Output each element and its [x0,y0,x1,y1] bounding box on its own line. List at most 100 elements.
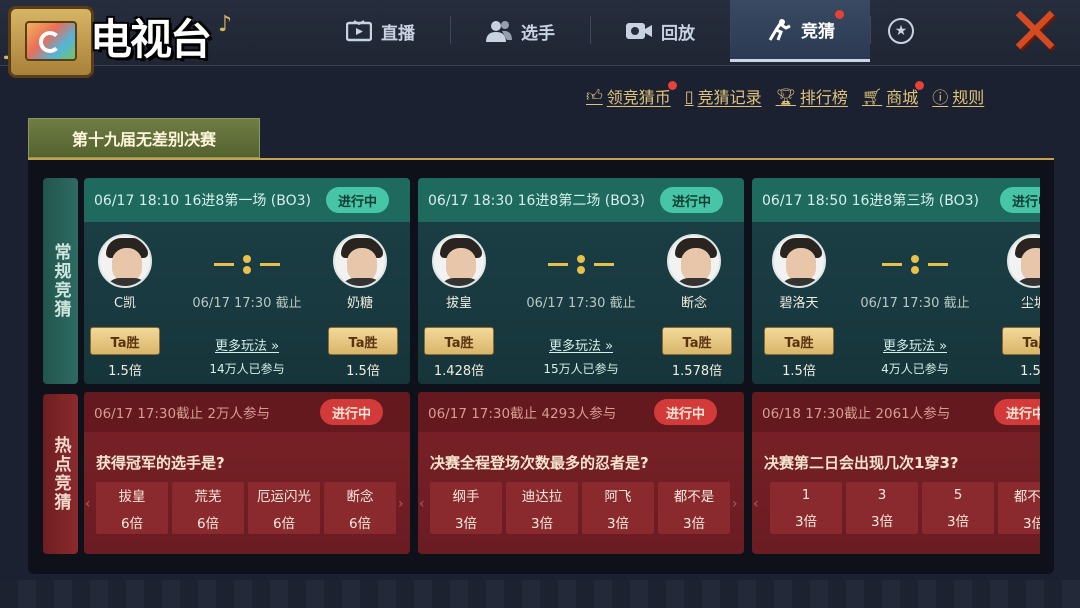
deadline-text: 06/17 17:30 截止 [860,296,970,311]
link-rules[interactable]: ⓘ 规则 [932,84,984,108]
status-badge: 进行中 [326,187,390,213]
bet-option[interactable]: 阿飞 3倍 [582,482,654,534]
notification-dot [915,81,925,90]
bet-option[interactable]: 1 3倍 [770,482,842,534]
participants-count: 15万人已参与 [543,362,619,376]
hot-bet-card: 06/17 17:30截止 2万人参与 进行中 获得冠军的选手是? ‹ 拔皇 6倍… [84,392,410,554]
hot-bet-options: 纲手 3倍 迪达拉 3倍 阿飞 3倍 都不是 3倍 [430,482,730,534]
chevron-right-icon[interactable]: › [732,496,738,512]
players-icon [485,18,513,44]
cart-icon: 🛒︎ [861,86,883,106]
player-name: 尘坂 [1020,296,1040,311]
link-bet-records[interactable]: ▯ 竞猜记录 [685,84,762,108]
trophy-icon: 🏆︎ [775,86,796,106]
chevron-left-icon[interactable]: ‹ [85,496,91,512]
bet-right-button[interactable]: Ta胜 [662,327,732,355]
star-icon: ★ [888,18,914,44]
link-label: 商城 [886,88,919,107]
link-claim-coins[interactable]: 👍︎ 领竞猜币 [586,81,677,108]
cards-viewport[interactable]: 06/17 18:10 16进8第一场 (BO3) 进行中 C凯 奶糖 06/1… [84,178,1040,556]
top-bar: ♪ 电视台 ♪ 直播 选手 回放 [0,0,1080,78]
option-label: 1 [801,486,811,503]
bet-option[interactable]: 3 3倍 [846,482,918,534]
tv-icon [345,18,373,44]
option-odds: 3倍 [682,515,706,532]
link-leaderboard[interactable]: 🏆︎ 排行榜 [776,84,848,108]
option-label: 荒芜 [194,488,222,505]
tv-logo-icon [8,6,94,78]
more-options-link[interactable]: 更多玩法 » [174,335,320,354]
match-time: 06/17 18:10 16进8第一场 (BO3) [94,193,311,209]
chevron-left-icon[interactable]: ‹ [753,496,759,512]
match-time: 06/17 18:30 16进8第二场 (BO3) [428,193,645,209]
tab-players[interactable]: 选手 [450,0,590,62]
vs-icon [214,252,280,276]
option-odds: 3倍 [530,515,554,532]
option-odds: 6倍 [348,515,372,532]
participants-count: 4万人已参与 [881,362,949,376]
close-button[interactable]: ✕ [996,0,1074,65]
logo-text: 电视台 [90,15,212,64]
app-logo: ♪ 电视台 ♪ [0,0,250,84]
option-odds: 3倍 [946,513,970,530]
bet-option[interactable]: 都不是 3倍 [998,482,1040,534]
tab-label: 直播 [381,23,415,44]
avatar [98,234,152,288]
option-odds: 3倍 [454,515,478,532]
tab-betting[interactable]: 竞猜 [730,0,870,62]
tab-label: 回放 [661,23,695,44]
odds-left: 1.5倍 [108,364,142,379]
bet-option[interactable]: 都不是 3倍 [658,482,730,534]
option-label: 5 [953,486,963,503]
link-label: 排行榜 [799,88,848,107]
tab-replay[interactable]: 回放 [590,0,730,62]
bet-left-button[interactable]: Ta胜 [764,327,834,355]
hot-bet-question: 决赛全程登场次数最多的忍者是? [430,454,649,472]
bet-option[interactable]: 厄运闪光 6倍 [248,482,320,534]
odds-left: 1.5倍 [782,364,816,379]
tab-favorites[interactable]: ★ [870,0,932,62]
option-label: 拔皇 [118,488,146,505]
odds-right: 1.578倍 [671,364,723,379]
avatar [1007,234,1040,288]
avatar [333,234,387,288]
bet-right-button[interactable]: Ta胜 [328,327,398,355]
replay-camera-icon [625,18,653,44]
status-badge: 进行中 [320,399,384,425]
hot-bet-card: 06/18 17:30截止 2061人参与 进行中 决赛第二日会出现几次1穿3?… [752,392,1040,554]
more-options-link[interactable]: 更多玩法 » [508,335,654,354]
main-nav: 直播 选手 回放 竞猜 ★ [310,0,932,62]
more-options-link[interactable]: 更多玩法 » [842,335,988,354]
chevron-left-icon[interactable]: ‹ [419,496,425,512]
hot-bet-info: 06/17 17:30截止 4293人参与 [428,406,617,422]
link-shop[interactable]: 🛒︎ 商城 [861,81,925,108]
match-time: 06/17 18:50 16进8第三场 (BO3) [762,193,979,209]
bet-option[interactable]: 荒芜 6倍 [172,482,244,534]
status-badge: 进行中 [660,187,724,213]
event-title-tab[interactable]: 第十九届无差别决赛 [28,118,260,158]
music-note-icon: ♪ [218,12,233,37]
tab-label: 竞猜 [801,22,835,42]
bet-option[interactable]: 拔皇 6倍 [96,482,168,534]
hot-bet-options: 拔皇 6倍 荒芜 6倍 厄运闪光 6倍 断念 6倍 [96,482,396,534]
option-odds: 6倍 [196,515,220,532]
bet-left-button[interactable]: Ta胜 [90,327,160,355]
event-title: 第十九届无差别决赛 [71,130,216,149]
player-name: 拔皇 [445,296,472,311]
bet-option[interactable]: 断念 6倍 [324,482,396,534]
vs-icon [882,252,948,276]
chevron-right-icon[interactable]: › [398,496,404,512]
bet-option[interactable]: 迪达拉 3倍 [506,482,578,534]
bet-right-button[interactable]: Ta胜 [1002,327,1040,355]
option-odds: 3倍 [870,513,894,530]
vs-icon [548,252,614,276]
hot-bet-question: 获得冠军的选手是? [96,454,225,472]
notification-dot [835,10,844,19]
tab-live[interactable]: 直播 [310,0,450,62]
option-label: 纲手 [452,488,480,505]
bet-left-button[interactable]: Ta胜 [424,327,494,355]
section-label-hot: 热点竞猜 [43,394,78,554]
bet-option[interactable]: 5 3倍 [922,482,994,534]
bet-option[interactable]: 纲手 3倍 [430,482,502,534]
status-badge: 进行中 [654,399,718,425]
